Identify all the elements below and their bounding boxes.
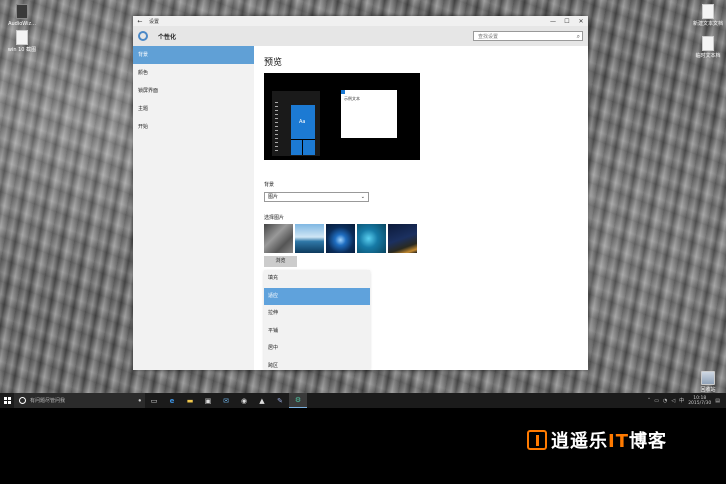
picture-thumbnail[interactable] <box>295 224 324 253</box>
windows-logo-icon <box>3 397 11 404</box>
fit-option-center[interactable]: 居中 <box>264 340 370 358</box>
preview-tiles: Aa <box>291 105 315 155</box>
document-icon <box>16 30 28 45</box>
document-icon <box>702 36 714 51</box>
task-view-icon[interactable]: ▭ <box>145 393 163 408</box>
desktop-icon-temp-text[interactable]: 临时文本档 <box>686 36 726 59</box>
watermark-text: 逍遥乐IT博客 <box>551 427 667 453</box>
start-button[interactable] <box>0 393 14 408</box>
choose-picture-label: 选择图片 <box>264 215 285 221</box>
picture-thumbnail[interactable] <box>388 224 417 253</box>
minimize-button[interactable]: — <box>546 18 560 25</box>
desktop-icon-audiowizard[interactable]: AudioWiz... <box>0 4 44 27</box>
desktop-icon-screenshots[interactable]: win 10 截图 <box>0 30 44 53</box>
desktop-icon-recycle-bin[interactable]: 回收站 <box>686 371 726 393</box>
background-select[interactable]: 图片 ⌄ <box>264 192 369 202</box>
watermark-mark-icon <box>527 430 547 450</box>
fit-option-stretch[interactable]: 拉伸 <box>264 305 370 323</box>
taskbar: 有问题尽管问我 ⏺ ▭ e ▬ ▣ ✉ ◉ ▲ ✎ ⚙ ˄ ▭ ◔ ◁ 中 10… <box>0 393 726 408</box>
desktop-icon-label: AudioWiz... <box>8 21 36 27</box>
sidebar-item-start[interactable]: 开始 <box>133 118 254 136</box>
clock-date: 2015/7/30 <box>688 400 712 406</box>
document-icon <box>702 4 714 19</box>
watermark-prefix: 逍遥乐 <box>551 431 608 452</box>
microphone-icon[interactable]: ⏺ <box>138 398 141 404</box>
picture-thumbnail[interactable] <box>326 224 355 253</box>
main-content: 预览 Aa 示例文本 背景 图片 ⌄ 选择图片 浏览 填充 适应 拉伸 平铺 居… <box>254 46 588 370</box>
desktop-icon-label: win 10 截图 <box>7 47 37 53</box>
cortana-icon <box>19 397 26 404</box>
paint-icon[interactable]: ✎ <box>271 393 289 408</box>
sidebar-item-colors[interactable]: 颜色 <box>133 64 254 82</box>
browse-button[interactable]: 浏览 <box>264 256 297 267</box>
picture-thumbnail[interactable] <box>357 224 386 253</box>
sidebar: 背景 颜色 锁屏界面 主题 开始 <box>133 46 254 370</box>
sidebar-item-background[interactable]: 背景 <box>133 46 254 64</box>
search-icon[interactable]: ⌕ <box>577 33 580 41</box>
settings-taskbar-icon[interactable]: ⚙ <box>289 393 307 408</box>
maximize-button[interactable]: ☐ <box>560 18 574 25</box>
background-label: 背景 <box>264 182 275 188</box>
system-clock[interactable]: 10:18 2015/7/30 <box>688 396 711 406</box>
action-center-icon[interactable]: ▤ <box>715 398 720 404</box>
cortana-placeholder: 有问题尽管问我 <box>30 398 66 404</box>
media-icon[interactable]: ◉ <box>235 393 253 408</box>
window-title: 设置 <box>149 18 160 25</box>
cortana-search-box[interactable]: 有问题尽管问我 ⏺ <box>14 393 145 408</box>
input-method-icon[interactable]: 中 <box>679 397 684 404</box>
tile-divider <box>302 139 303 155</box>
page-title: 个性化 <box>158 33 177 41</box>
section-title: 预览 <box>264 58 283 68</box>
sidebar-item-lock-screen[interactable]: 锁屏界面 <box>133 82 254 100</box>
search-placeholder: 查找设置 <box>478 33 499 40</box>
settings-window: ← 设置 — ☐ ✕ 个性化 查找设置 ⌕ 背景 颜色 锁屏界面 主题 开始 预… <box>133 16 588 370</box>
file-explorer-icon[interactable]: ▬ <box>181 393 199 408</box>
mail-icon[interactable]: ✉ <box>217 393 235 408</box>
tile-divider <box>291 139 315 140</box>
picture-thumbnail[interactable] <box>264 224 293 253</box>
chevron-down-icon: ⌄ <box>360 194 365 200</box>
sidebar-item-themes[interactable]: 主题 <box>133 100 254 118</box>
background-select-value: 图片 <box>268 194 279 200</box>
photos-icon[interactable]: ▲ <box>253 393 271 408</box>
recycle-bin-icon <box>701 371 715 385</box>
fit-option-fit[interactable]: 适应 <box>264 287 370 306</box>
preview-pane: Aa 示例文本 <box>264 73 420 160</box>
preview-app-list <box>275 102 278 152</box>
app-icon <box>16 4 28 19</box>
close-button[interactable]: ✕ <box>574 18 588 25</box>
preview-window-accent <box>341 90 345 94</box>
battery-icon[interactable]: ▭ <box>654 398 659 404</box>
search-input[interactable]: 查找设置 ⌕ <box>473 31 583 41</box>
chevron-up-icon[interactable]: ˄ <box>648 398 651 404</box>
preview-window: 示例文本 <box>341 90 397 138</box>
desktop-icon-label: 新建文本文档 <box>692 21 723 27</box>
volume-icon[interactable]: ◁ <box>671 398 675 404</box>
watermark-logo: 逍遥乐IT博客 <box>527 427 667 453</box>
back-button[interactable]: ← <box>133 18 147 25</box>
preview-start-menu: Aa <box>272 91 320 156</box>
fit-option-tile[interactable]: 平铺 <box>264 323 370 341</box>
gear-icon <box>138 31 148 41</box>
title-bar: ← 设置 — ☐ ✕ <box>133 16 588 26</box>
preview-tile-text: Aa <box>299 119 306 125</box>
fit-option-fill[interactable]: 填充 <box>264 270 370 288</box>
network-icon[interactable]: ◔ <box>663 398 667 404</box>
fit-dropdown: 填充 适应 拉伸 平铺 居中 跨区 <box>264 270 370 370</box>
store-icon[interactable]: ▣ <box>199 393 217 408</box>
settings-header: 个性化 查找设置 ⌕ <box>133 26 588 46</box>
fit-option-span[interactable]: 跨区 <box>264 358 370 376</box>
desktop-icon-label: 临时文本档 <box>695 53 721 59</box>
watermark-suffix: 博客 <box>628 431 667 452</box>
watermark-highlight: IT <box>608 431 629 452</box>
picture-thumbnails <box>264 224 417 253</box>
system-tray: ˄ ▭ ◔ ◁ 中 10:18 2015/7/30 ▤ <box>648 396 726 406</box>
desktop-icon-new-text[interactable]: 新建文本文档 <box>686 4 726 27</box>
edge-icon[interactable]: e <box>163 393 181 408</box>
preview-window-text: 示例文本 <box>344 96 360 101</box>
